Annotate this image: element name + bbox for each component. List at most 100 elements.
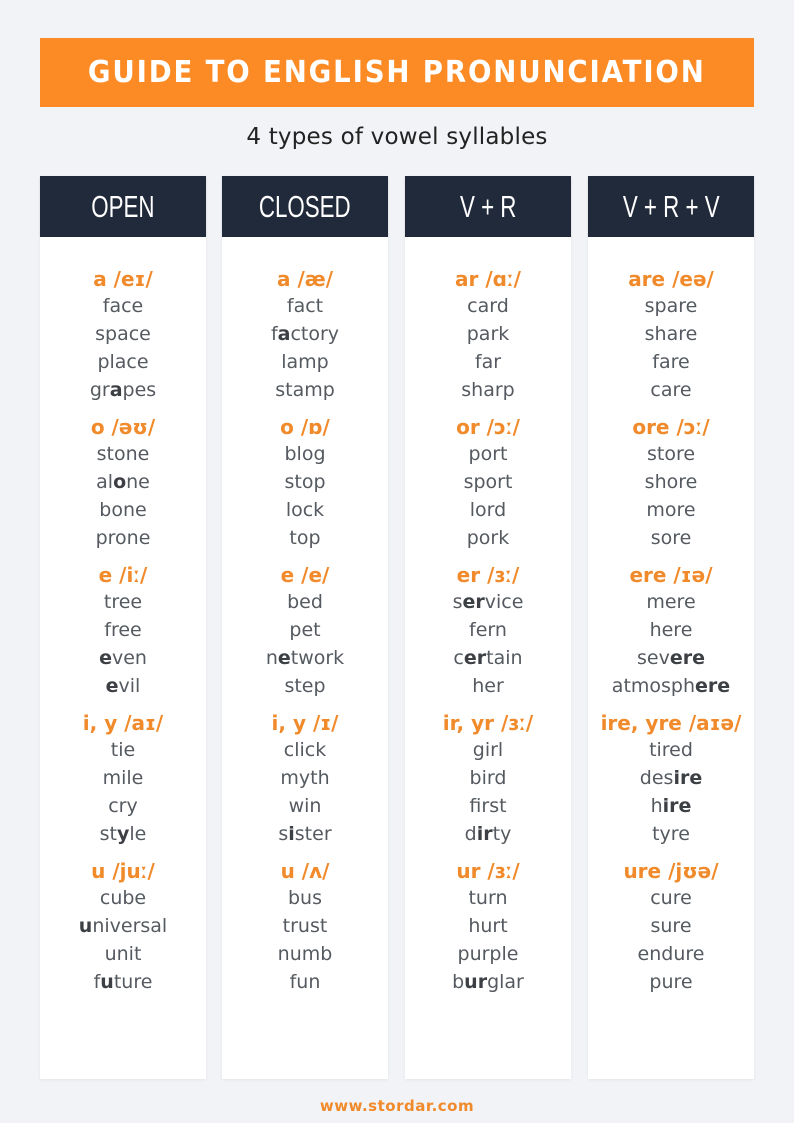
example-word: pork — [405, 524, 571, 552]
word-part: share — [644, 323, 698, 345]
example-word: click — [222, 736, 388, 764]
word-part: endure — [637, 943, 705, 965]
example-word: dirty — [405, 820, 571, 848]
example-word: cure — [588, 884, 754, 912]
footer-website: www.stordar.com — [319, 1097, 475, 1115]
sound-group-title: ir, yr /ɜː/ — [442, 711, 534, 735]
word-part: sore — [650, 527, 692, 549]
sound-group: i, y /ɪ/click myth win sister — [222, 710, 388, 848]
sound-group-title: i, y /aɪ/ — [82, 711, 164, 735]
word-part: stone — [96, 443, 150, 465]
word-part: tyre — [652, 823, 690, 845]
example-word: space — [40, 320, 206, 348]
word-part: atmosph — [611, 675, 696, 697]
word-part: des — [639, 767, 674, 789]
sound-group-title: e /iː/ — [98, 563, 148, 587]
example-word: fern — [405, 616, 571, 644]
sound-group: ure /jʊə/cure sure endure pure — [588, 858, 754, 996]
word-part: blog — [284, 443, 326, 465]
page-title: GUIDE TO ENGLISH PRONUNCIATION — [88, 55, 706, 90]
example-word: bed — [222, 588, 388, 616]
word-part: ture — [113, 971, 153, 993]
word-part: st — [99, 823, 117, 845]
column-header: V + R — [405, 176, 571, 237]
example-word: sore — [588, 524, 754, 552]
example-word: mere — [588, 588, 754, 616]
subtitle: 4 types of vowel syllables — [246, 124, 548, 150]
example-word: bone — [40, 496, 206, 524]
example-word: certain — [405, 644, 571, 672]
column-open: OPEN a /eɪ/face space place grapes o /əʊ/ston… — [40, 176, 206, 1079]
word-part: tain — [486, 647, 523, 669]
word-part: h — [650, 795, 663, 817]
word-part: first — [469, 795, 507, 817]
example-word: turn — [405, 884, 571, 912]
word-part: park — [466, 323, 510, 345]
sound-group-title: o /ɒ/ — [280, 415, 330, 439]
word-part: bus — [287, 887, 322, 909]
word-part: vil — [118, 675, 141, 697]
column-header: V + R + V — [588, 176, 754, 237]
word-highlight: ere — [669, 647, 705, 669]
example-word: network — [222, 644, 388, 672]
example-word: stop — [222, 468, 388, 496]
example-word: lamp — [222, 348, 388, 376]
word-part: lock — [285, 499, 325, 521]
sound-group-title: ur /ɜː/ — [456, 859, 520, 883]
example-word: tired — [588, 736, 754, 764]
example-word: mile — [40, 764, 206, 792]
sound-group-title: u /juː/ — [91, 859, 155, 883]
example-word: blog — [222, 440, 388, 468]
word-highlight: u — [100, 971, 114, 993]
example-word: park — [405, 320, 571, 348]
word-part: sharp — [461, 379, 515, 401]
example-word: bird — [405, 764, 571, 792]
sound-group: are /eə/spare share fare care — [588, 266, 754, 404]
sound-group-title: er /ɜː/ — [456, 563, 520, 587]
example-word: face — [40, 292, 206, 320]
word-highlight: o — [113, 471, 127, 493]
word-part: niversal — [92, 915, 168, 937]
example-word: here — [588, 616, 754, 644]
word-part: click — [283, 739, 327, 761]
example-word: cube — [40, 884, 206, 912]
example-word: endure — [588, 940, 754, 968]
word-part: win — [288, 795, 322, 817]
example-word: far — [405, 348, 571, 376]
example-word: fare — [588, 348, 754, 376]
sound-group: o /ɒ/blog stop lock top — [222, 414, 388, 552]
word-part: bone — [99, 499, 147, 521]
column-body: a /eɪ/face space place grapes o /əʊ/stone alo… — [40, 237, 206, 1079]
sound-group: ir, yr /ɜː/girl bird first dirty — [405, 710, 571, 848]
sound-group-title: ere /ɪə/ — [629, 563, 713, 587]
example-word: alone — [40, 468, 206, 496]
column-body: a /æ/fact factory lamp stamp o /ɒ/blog stop lo… — [222, 237, 388, 1079]
example-word: first — [405, 792, 571, 820]
word-part: space — [95, 323, 151, 345]
word-part: far — [474, 351, 502, 373]
word-highlight: ire — [662, 795, 692, 817]
example-word: tyre — [588, 820, 754, 848]
sound-group: a /eɪ/face space place grapes — [40, 266, 206, 404]
sound-group-title: ore /ɔː/ — [632, 415, 710, 439]
example-word: sharp — [405, 376, 571, 404]
example-word: severe — [588, 644, 754, 672]
sound-group-title: u /ʌ/ — [280, 859, 330, 883]
word-part: c — [453, 647, 464, 669]
word-part: s — [452, 591, 463, 613]
word-part: bed — [287, 591, 323, 613]
example-word: win — [222, 792, 388, 820]
word-highlight: u — [78, 915, 93, 937]
sound-group-title: are /eə/ — [628, 267, 714, 291]
word-part: le — [129, 823, 147, 845]
example-word: share — [588, 320, 754, 348]
word-part: cure — [650, 887, 692, 909]
word-part: d — [464, 823, 477, 845]
example-word: more — [588, 496, 754, 524]
word-part: ne — [126, 471, 150, 493]
word-part: port — [468, 443, 508, 465]
word-part: ty — [492, 823, 512, 845]
sound-group-title: or /ɔː/ — [456, 415, 520, 439]
word-part: n — [265, 647, 278, 669]
word-part: spare — [644, 295, 698, 317]
